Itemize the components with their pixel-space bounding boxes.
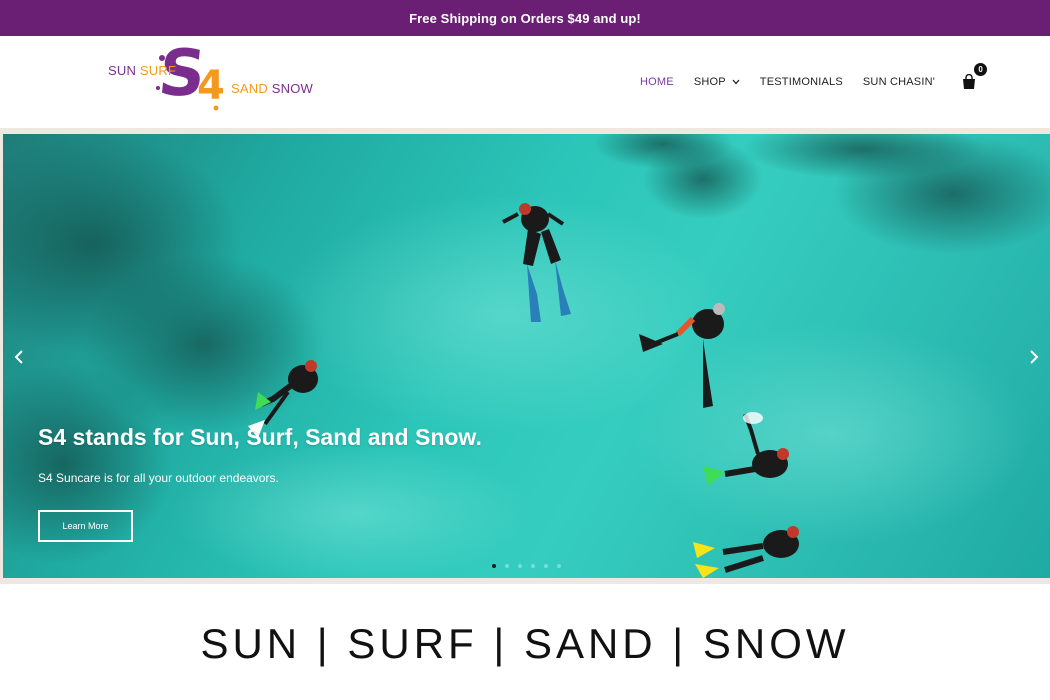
nav-item-testimonials[interactable]: TESTIMONIALS (760, 76, 843, 88)
hero-background-image (3, 134, 1050, 578)
logo-mark-4: 4 (197, 63, 225, 109)
tagline-heading: SUN | SURF | SAND | SNOW (200, 620, 850, 667)
shopping-bag-icon (963, 74, 976, 89)
slider-pagination (492, 564, 570, 568)
slider-dot[interactable] (518, 564, 522, 568)
nav-item-sun-chasin[interactable]: SUN CHASIN' (863, 76, 935, 88)
nav-item-home[interactable]: HOME (640, 76, 674, 88)
logo-text-sun-surf: SUN SURF (108, 63, 176, 78)
chevron-down-icon (732, 79, 740, 85)
chevron-right-icon[interactable] (1026, 349, 1042, 365)
diver-figure (693, 526, 799, 578)
site-logo[interactable]: S 4 SUN SURF SAND SNOW (106, 37, 313, 118)
nav-item-shop[interactable]: SHOP (694, 76, 740, 88)
announcement-text: Free Shipping on Orders $49 and up! (409, 10, 641, 26)
slider-dot[interactable] (557, 564, 561, 568)
nav-item-label: SUN CHASIN' (862, 76, 936, 88)
logo-word-sand: SAND (231, 81, 268, 96)
slider-dot[interactable] (492, 564, 496, 568)
nav-item-label: TESTIMONIALS (759, 76, 843, 88)
site-header: S 4 SUN SURF SAND SNOW HOME SHOP TESTIMO… (0, 36, 1050, 128)
hero-slide: S4 stands for Sun, Surf, Sand and Snow. … (3, 134, 1050, 578)
slider-dot[interactable] (531, 564, 535, 568)
logo-word-snow: SNOW (271, 81, 313, 96)
logo-text-sand-snow: SAND SNOW (231, 81, 313, 96)
hero-subtitle: S4 Suncare is for all your outdoor endea… (38, 471, 279, 485)
slider-dot[interactable] (505, 564, 509, 568)
main-nav: HOME SHOP TESTIMONIALS SUN CHASIN' 0 (640, 36, 988, 128)
announcement-bar: Free Shipping on Orders $49 and up! (0, 0, 1050, 36)
logo-word-sun: SUN (108, 63, 137, 78)
cart-button[interactable]: 0 (961, 63, 988, 93)
nav-item-label: HOME (640, 76, 674, 88)
nav-item-label: SHOP (693, 76, 726, 88)
learn-more-button[interactable]: Learn More (38, 510, 133, 542)
hero-title: S4 stands for Sun, Surf, Sand and Snow. (38, 424, 482, 450)
slider-dot[interactable] (544, 564, 548, 568)
hero-slider-frame: S4 stands for Sun, Surf, Sand and Snow. … (0, 128, 1050, 584)
cart-count-badge: 0 (974, 63, 988, 76)
chevron-left-icon[interactable] (11, 349, 27, 365)
logo-word-surf: SURF (139, 63, 177, 78)
